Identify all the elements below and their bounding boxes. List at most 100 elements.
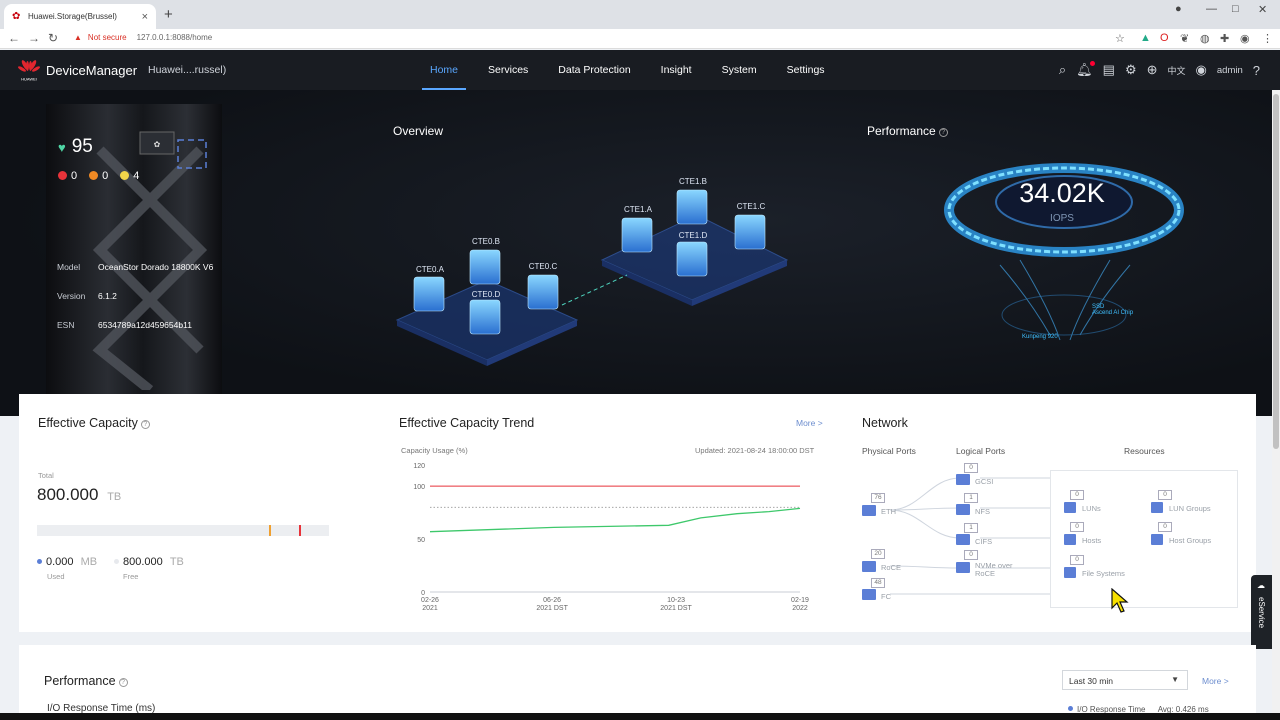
trend-more-link[interactable]: More > [796, 418, 823, 428]
capacity-title-text: Effective Capacity [38, 416, 138, 430]
free-dot [114, 559, 119, 564]
y-tick-label: 50 [417, 537, 425, 544]
nav-system[interactable]: System [722, 50, 757, 90]
help-icon[interactable]: ? [938, 128, 948, 137]
nvme-icon[interactable] [956, 562, 970, 573]
close-window-button[interactable]: ✕ [1258, 3, 1267, 16]
bookmark-star-icon[interactable]: ☆ [1115, 32, 1125, 45]
extension-drive-icon[interactable]: ▲ [1140, 32, 1151, 44]
host-groups-icon[interactable] [1151, 534, 1163, 545]
cifs-count: 1 [964, 523, 978, 533]
performance-title-text: Performance [44, 674, 116, 688]
nav-home[interactable]: Home [421, 50, 467, 90]
roce-label[interactable]: RoCE [881, 563, 901, 572]
performance-more-link[interactable]: More > [1202, 676, 1229, 686]
warning-alarm[interactable]: 4 [120, 170, 139, 182]
capacity-trend-chart: 05010012002-26202106-262021 DST10-232021… [413, 463, 809, 612]
hosts-icon[interactable] [1064, 534, 1076, 545]
eth-label[interactable]: ETH [881, 507, 896, 516]
device-name[interactable]: Huawei....russel) [148, 64, 226, 76]
nfs-label[interactable]: NFS [975, 507, 990, 516]
page-scrollbar[interactable] [1272, 90, 1280, 720]
huawei-logo-icon: HUAWEI [18, 60, 40, 82]
total-label: Total [38, 471, 54, 480]
new-tab-button[interactable]: + [164, 6, 173, 23]
cifs-icon[interactable] [956, 534, 970, 545]
gcsi-icon[interactable] [956, 474, 970, 485]
reload-icon[interactable]: ↻ [48, 31, 58, 45]
url-text: 127.0.0.1:8088/home [136, 33, 213, 42]
file-systems-icon[interactable] [1064, 567, 1076, 578]
url-field[interactable]: ▲ Not secure 127.0.0.1:8088/home [74, 33, 212, 42]
gcsi-label[interactable]: GCSI [975, 477, 993, 486]
total-number: 800.000 [37, 485, 99, 504]
app-header: HUAWEI DeviceManager Huawei....russel) H… [0, 50, 1280, 90]
gear-icon[interactable]: ⚙ [1125, 62, 1137, 78]
hosts-label[interactable]: Hosts [1082, 536, 1101, 545]
nav-settings[interactable]: Settings [787, 50, 825, 90]
critical-threshold-marker [299, 525, 301, 536]
performance-title: Performance? [44, 674, 128, 688]
user-avatar-icon[interactable]: ◉ [1196, 62, 1207, 78]
major-alarm[interactable]: 0 [89, 170, 108, 182]
fc-port-icon[interactable] [862, 589, 876, 600]
total-unit: TB [107, 491, 122, 503]
profile-icon[interactable]: ● [1175, 3, 1182, 15]
security-label: Not secure [87, 33, 127, 42]
version-value: 6.1.2 [98, 291, 117, 301]
forward-icon[interactable]: → [28, 31, 40, 45]
help-icon[interactable]: ? [1253, 63, 1260, 78]
y-tick-label: 0 [421, 590, 425, 597]
bell-icon[interactable]: 🔔︎ [1076, 61, 1095, 78]
alarm-summary[interactable]: 0 0 4 [58, 170, 139, 182]
fc-label[interactable]: FC [881, 592, 891, 601]
search-icon[interactable]: ⌕ [1059, 62, 1066, 78]
language-switch[interactable]: 中文 [1168, 64, 1186, 77]
user-name[interactable]: admin [1217, 65, 1243, 76]
critical-alarm[interactable]: 0 [58, 170, 77, 182]
nfs-icon[interactable] [956, 504, 970, 515]
extension-globe-icon[interactable]: ◍ [1200, 32, 1210, 45]
controller-topology[interactable]: CTE0.A CTE0.B CTE0.C CTE0.D CTE1.A CTE1.… [392, 160, 792, 370]
critical-alarm-count: 0 [71, 170, 78, 182]
help-icon[interactable]: ? [118, 678, 128, 687]
maximize-button[interactable]: □ [1232, 3, 1239, 15]
minimize-button[interactable]: — [1206, 3, 1217, 15]
account-icon[interactable]: ◉ [1240, 32, 1250, 45]
nav-services[interactable]: Services [488, 50, 528, 90]
roce-port-icon[interactable] [862, 561, 876, 572]
host-groups-label[interactable]: Host Groups [1169, 536, 1211, 545]
task-list-icon[interactable]: ▤ [1103, 62, 1115, 78]
extensions-puzzle-icon[interactable]: ✚ [1220, 32, 1229, 45]
nav-insight[interactable]: Insight [661, 50, 692, 90]
warning-alarm-count: 4 [133, 170, 140, 182]
scrollbar-thumb[interactable] [1273, 94, 1279, 449]
time-range-select[interactable]: Last 30 min ▼ [1062, 670, 1188, 690]
luns-icon[interactable] [1064, 502, 1076, 513]
lun-groups-count: 0 [1158, 490, 1172, 500]
file-systems-label[interactable]: File Systems [1082, 569, 1125, 578]
tab-title: Huawei.Storage(Brussel) [28, 12, 117, 21]
help-icon[interactable]: ? [140, 420, 150, 429]
extension-leaf-icon[interactable]: ❦ [1180, 32, 1189, 45]
eservice-button[interactable]: ☁ eService [1251, 575, 1273, 649]
close-tab-icon[interactable]: × [142, 11, 148, 23]
nvme-label[interactable]: NVMe over RoCE [975, 562, 1027, 578]
lun-groups-label[interactable]: LUN Groups [1169, 504, 1211, 513]
back-icon[interactable]: ← [8, 31, 20, 45]
extension-opera-icon[interactable]: O [1160, 32, 1169, 44]
nav-data-protection[interactable]: Data Protection [558, 50, 630, 90]
x-tick-sublabel: 2021 [422, 605, 438, 612]
app-brand: DeviceManager [46, 63, 138, 78]
nfs-count: 1 [964, 493, 978, 503]
browser-menu-icon[interactable]: ⋮ [1262, 32, 1273, 45]
time-range-value: Last 30 min [1069, 676, 1113, 686]
trend-updated: Updated: 2021-08-24 18:00:00 DST [695, 446, 815, 455]
add-circle-icon[interactable]: ⊕ [1147, 62, 1158, 78]
capacity-usage-bar [37, 525, 329, 536]
cifs-label[interactable]: CIFS [975, 537, 992, 546]
lun-groups-icon[interactable] [1151, 502, 1163, 513]
eth-port-icon[interactable] [862, 505, 876, 516]
luns-label[interactable]: LUNs [1082, 504, 1101, 513]
browser-tab[interactable]: ✿ Huawei.Storage(Brussel) × [4, 4, 156, 29]
